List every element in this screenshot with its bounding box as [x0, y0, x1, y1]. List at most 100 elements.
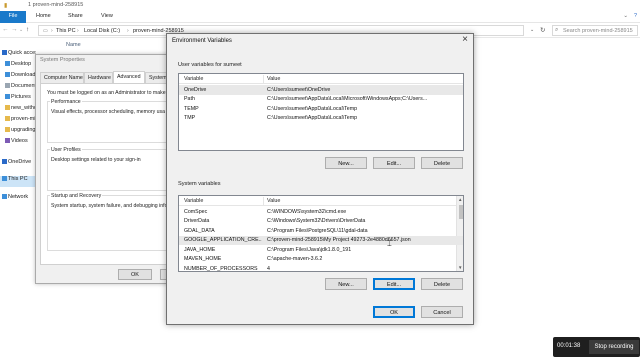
- sidebar-item-label: new_witho: [11, 105, 36, 111]
- help-icon[interactable]: ?: [634, 13, 637, 19]
- variable-row[interactable]: MAVEN_HOME C:\apache-maven-3.6.2: [179, 255, 463, 265]
- variable-row[interactable]: Path C:\Users\sumeet\AppData\Local\Micros…: [179, 95, 463, 105]
- folder-icon: ▮: [4, 3, 8, 9]
- sidebar-item[interactable]: Desktop: [0, 61, 36, 72]
- sidebar-item[interactable]: Downloads: [0, 72, 36, 83]
- ok-button[interactable]: OK: [118, 269, 152, 280]
- variable-value: C:\Program Files\Java\jdk1.8.0_191: [267, 246, 352, 253]
- sidebar-item-label: upgrading: [11, 127, 36, 133]
- column-header-value[interactable]: Value: [267, 76, 280, 82]
- variable-name: JAVA_HOME: [184, 246, 216, 253]
- variable-row[interactable]: GDAL_DATA C:\Program Files\PostgreSQL\11\…: [179, 226, 463, 236]
- system-edit-button[interactable]: Edit...: [373, 278, 415, 290]
- dialog-title: System Properties: [40, 57, 85, 63]
- variable-row[interactable]: TEMP C:\Users\sumeet\AppData\Local\Temp: [179, 104, 463, 114]
- tab-share[interactable]: Share: [68, 13, 83, 19]
- breadcrumb-local-disk[interactable]: Local Disk (C:): [84, 28, 120, 34]
- sidebar-item-label: This PC: [8, 176, 28, 182]
- variable-row[interactable]: JAVA_HOME C:\Program Files\Java\jdk1.8.0_…: [179, 245, 463, 255]
- variable-row[interactable]: TMP C:\Users\sumeet\AppData\Local\Temp: [179, 114, 463, 124]
- tab-computer-name[interactable]: Computer Name: [40, 72, 84, 83]
- tab-file[interactable]: File: [0, 11, 26, 23]
- sidebar-item[interactable]: proven-mi: [0, 116, 36, 127]
- computer-icon: [2, 176, 7, 181]
- back-arrow-icon[interactable]: ←: [2, 26, 9, 33]
- cancel-button[interactable]: Cancel: [421, 306, 463, 318]
- variable-name: OneDrive: [184, 86, 207, 93]
- navigation-pane: Quick access Desktop Downloads Documents Pic…: [0, 38, 36, 360]
- breadcrumb-this-pc[interactable]: This PC: [56, 28, 76, 34]
- variable-row[interactable]: NUMBER_OF_PROCESSORS 4: [179, 264, 463, 272]
- chevron-down-icon[interactable]: ⌄: [530, 27, 534, 33]
- folder-icon: [5, 116, 10, 121]
- ok-button[interactable]: OK: [373, 306, 415, 318]
- sidebar-item[interactable]: Network: [0, 194, 36, 205]
- scroll-up-icon[interactable]: ▲: [458, 197, 462, 202]
- variable-value: C:\Users\sumeet\OneDrive: [267, 86, 331, 93]
- performance-desc: Visual effects, processor scheduling, me…: [51, 109, 165, 115]
- up-arrow-icon[interactable]: ↑: [26, 26, 29, 33]
- variable-name: GDAL_DATA: [184, 227, 215, 234]
- system-variables-list[interactable]: Variable Value ▲ ▼ ComSpec C:\WINDOWS\sys…: [178, 195, 464, 272]
- tab-view[interactable]: View: [101, 13, 113, 19]
- search-icon: ⌕: [555, 27, 559, 33]
- system-variables-label: System variables: [178, 181, 221, 187]
- column-divider[interactable]: [263, 197, 264, 205]
- sidebar-item-label: Videos: [11, 138, 28, 144]
- chevron-down-icon[interactable]: ⌄: [623, 13, 628, 19]
- sidebar-item[interactable]: OneDrive: [0, 159, 36, 170]
- sidebar-item[interactable]: Pictures: [0, 94, 36, 105]
- variable-row[interactable]: ComSpec C:\WINDOWS\system32\cmd.exe: [179, 207, 463, 217]
- chevron-right-icon: ›: [51, 28, 53, 34]
- sidebar-item-label: Pictures: [11, 94, 31, 100]
- variable-row[interactable]: GOOGLE_APPLICATION_CRE... C:\proven-mind-…: [179, 235, 463, 245]
- sidebar-item[interactable]: This PC: [0, 176, 36, 187]
- tab-hardware[interactable]: Hardware: [84, 72, 113, 83]
- variable-name: TEMP: [184, 105, 199, 112]
- sidebar-item[interactable]: Videos: [0, 138, 36, 149]
- chevron-right-icon: ›: [127, 28, 129, 34]
- variable-row[interactable]: DriverData C:\Windows\System32\Drivers\Dr…: [179, 217, 463, 227]
- system-new-button[interactable]: New...: [325, 278, 367, 290]
- variable-value: C:\Users\sumeet\AppData\Local\Temp: [267, 115, 358, 121]
- recording-timer: 00:01:38: [557, 343, 581, 349]
- advanced-tab-panel: You must be logged on as an Administrato…: [40, 83, 187, 265]
- sidebar-item[interactable]: new_witho: [0, 105, 36, 116]
- sidebar-item[interactable]: Quick access: [0, 50, 36, 61]
- list-header: Variable Value: [179, 74, 463, 84]
- sidebar-item-label: proven-mi: [11, 116, 36, 122]
- stop-recording-button[interactable]: Stop recording: [589, 340, 639, 354]
- tab-advanced[interactable]: Advanced: [113, 71, 145, 83]
- column-header-name[interactable]: Name: [66, 42, 81, 48]
- user-profiles-label: User Profiles: [50, 147, 82, 153]
- sidebar-item-label: Documents: [11, 83, 36, 89]
- system-delete-button[interactable]: Delete: [421, 278, 463, 290]
- variable-row[interactable]: OneDrive C:\Users\sumeet\OneDrive: [179, 85, 463, 95]
- close-icon[interactable]: ×: [462, 35, 468, 45]
- column-header-variable[interactable]: Variable: [184, 198, 203, 204]
- forward-arrow-icon[interactable]: →: [11, 26, 18, 33]
- column-header-value[interactable]: Value: [267, 198, 280, 204]
- cursor-i-beam-icon: ⌶: [387, 239, 392, 248]
- user-new-button[interactable]: New...: [325, 157, 367, 169]
- tab-home[interactable]: Home: [36, 13, 51, 19]
- variable-value: C:\Users\sumeet\AppData\Local\Temp: [267, 105, 358, 112]
- user-variables-list[interactable]: Variable Value OneDrive C:\Users\sumeet\O…: [178, 73, 464, 151]
- sidebar-item-label: Downloads: [11, 72, 36, 78]
- folder-icon: [5, 127, 10, 132]
- search-input[interactable]: ⌕ Search proven-mind-258915: [552, 25, 638, 36]
- sidebar-item[interactable]: upgrading: [0, 127, 36, 138]
- variable-name: ComSpec: [184, 208, 208, 215]
- user-edit-button[interactable]: Edit...: [373, 157, 415, 169]
- refresh-icon[interactable]: ↻: [540, 26, 545, 34]
- variable-name: DriverData: [184, 218, 210, 224]
- chevron-down-icon[interactable]: ⌄: [19, 27, 23, 33]
- user-profiles-desc: Desktop settings related to your sign-in: [51, 157, 141, 163]
- document-icon: [5, 83, 10, 88]
- column-header-variable[interactable]: Variable: [184, 76, 203, 82]
- user-delete-button[interactable]: Delete: [421, 157, 463, 169]
- sidebar-item[interactable]: Documents: [0, 83, 36, 94]
- dialog-title: Environment Variables: [172, 38, 232, 44]
- sidebar-item-label: Desktop: [11, 61, 32, 67]
- column-divider[interactable]: [263, 75, 264, 83]
